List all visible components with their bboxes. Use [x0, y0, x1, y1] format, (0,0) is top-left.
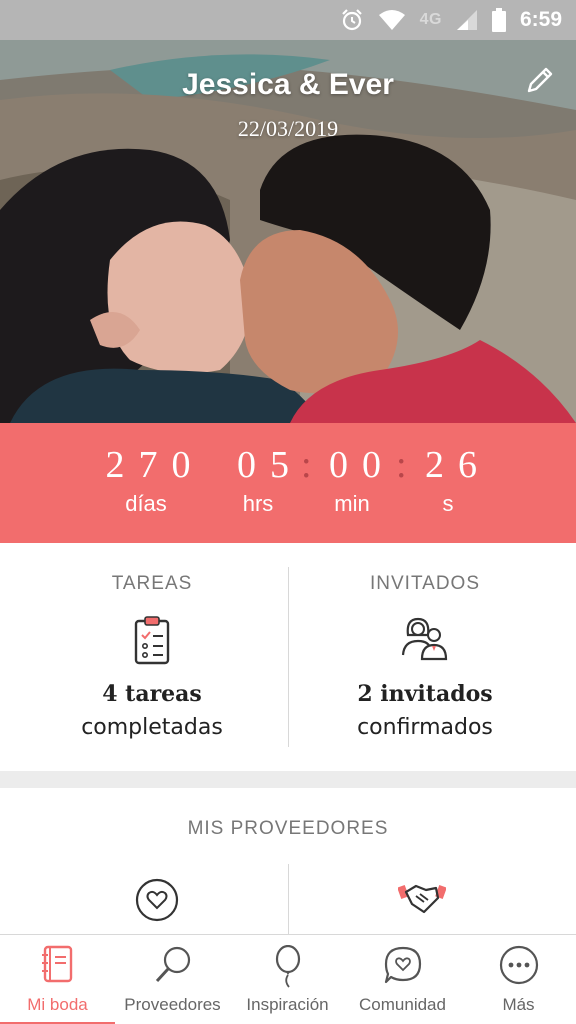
- nav-mi-boda[interactable]: Mi boda: [0, 935, 115, 1024]
- summary-card: TAREAS 4 tareas completadas INVITADOS 2 …: [0, 543, 576, 771]
- guests-count: 2 invitados: [357, 681, 493, 707]
- wedding-date: 22/03/2019: [237, 116, 339, 141]
- nav-proveedores[interactable]: Proveedores: [115, 935, 230, 1024]
- countdown-separator: :: [301, 444, 312, 486]
- providers-card: MIS PROVEEDORES: [0, 788, 576, 938]
- providers-title: MIS PROVEEDORES: [187, 818, 389, 839]
- tasks-title: TAREAS: [111, 573, 193, 594]
- notebook-icon: [40, 945, 76, 987]
- nav-comunidad[interactable]: Comunidad: [345, 935, 460, 1024]
- network-type: 4G: [419, 11, 442, 28]
- column-divider: [288, 864, 289, 938]
- guests-summary[interactable]: INVITADOS 2 invitados confirmados: [281, 543, 569, 771]
- signal-icon: [456, 9, 478, 31]
- balloon-icon: [272, 944, 304, 993]
- pencil-icon[interactable]: [524, 66, 554, 100]
- wifi-icon: [378, 9, 406, 31]
- hours-label: hrs: [242, 491, 274, 516]
- couple-guests-icon: [400, 615, 450, 665]
- countdown-days: 270: [105, 444, 205, 486]
- seconds-label: s: [442, 491, 454, 516]
- minutes-label: min: [334, 491, 370, 516]
- guests-title: INVITADOS: [370, 573, 480, 594]
- app-screen: 4G 6:59 Jessica & Ever 22/03/2019 270 05…: [0, 0, 576, 1024]
- nav-label: Inspiración: [246, 995, 329, 1014]
- nav-label: Comunidad: [359, 995, 446, 1014]
- nav-label: Proveedores: [124, 995, 221, 1014]
- nav-mas[interactable]: Más: [461, 935, 576, 1024]
- tasks-status: completadas: [81, 715, 223, 740]
- countdown-seconds: 26: [425, 444, 491, 486]
- clipboard-checklist-icon: [132, 615, 172, 669]
- nav-inspiracion[interactable]: Inspiración: [230, 935, 345, 1024]
- tasks-count: 4 tareas: [102, 681, 202, 707]
- tasks-summary[interactable]: TAREAS 4 tareas completadas: [8, 543, 296, 771]
- couple-photo-header[interactable]: Jessica & Ever 22/03/2019: [0, 40, 576, 423]
- guests-status: confirmados: [357, 715, 493, 740]
- bottom-navigation: Mi boda Proveedores Inspiración Comunida…: [0, 934, 576, 1024]
- status-bar: 4G 6:59: [0, 0, 576, 40]
- heart-circle-icon[interactable]: [135, 878, 179, 926]
- chat-heart-icon: [383, 945, 423, 989]
- nav-label: Mi boda: [27, 995, 88, 1014]
- battery-icon: [491, 8, 506, 32]
- alarm-icon: [340, 8, 364, 32]
- countdown-timer: 270 05 : 00 : 26 días hrs min s: [0, 423, 576, 543]
- countdown-separator: :: [396, 444, 407, 486]
- magnifier-icon: [153, 945, 193, 989]
- more-dots-icon: [499, 945, 539, 989]
- status-time: 6:59: [519, 8, 562, 31]
- countdown-minutes: 00: [329, 444, 395, 486]
- countdown-hours: 05: [237, 444, 303, 486]
- couple-names: Jessica & Ever: [182, 68, 394, 101]
- days-label: días: [125, 491, 167, 516]
- handshake-icon[interactable]: [397, 882, 447, 920]
- nav-label: Más: [502, 995, 535, 1014]
